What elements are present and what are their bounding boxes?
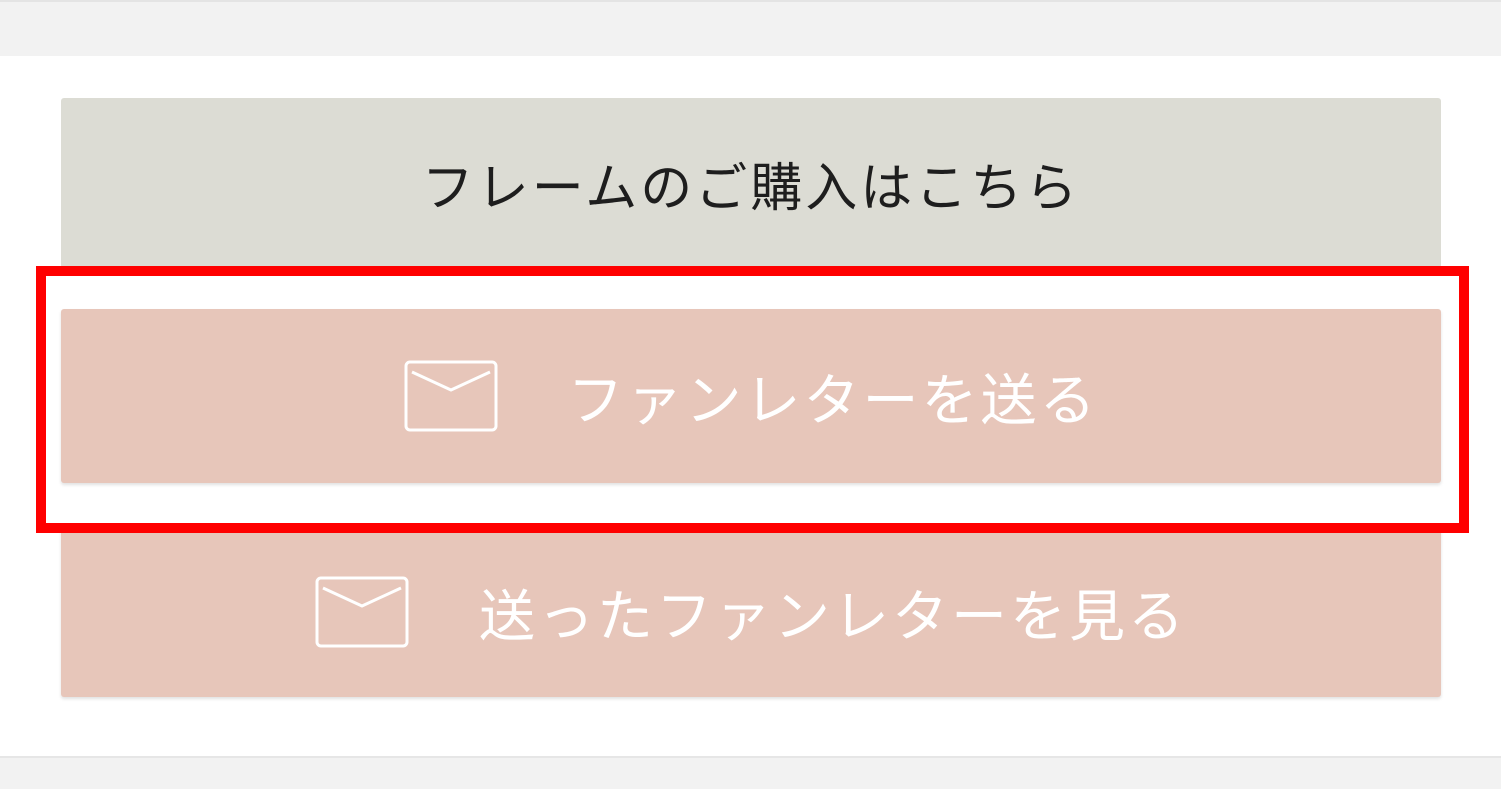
- top-band: [0, 0, 1501, 56]
- view-sent-fan-letters-button[interactable]: 送ったファンレターを見る: [61, 527, 1441, 697]
- send-fan-letter-button[interactable]: ファンレターを送る: [61, 309, 1441, 483]
- send-fan-letter-label: ファンレターを送る: [567, 368, 1099, 434]
- bottom-band: [0, 756, 1501, 789]
- mail-icon: [404, 360, 498, 432]
- frame-purchase-button[interactable]: フレームのご購入はこちら: [61, 98, 1441, 268]
- mail-icon: [315, 576, 409, 648]
- view-sent-fan-letters-label: 送ったファンレターを見る: [479, 584, 1187, 650]
- frame-purchase-label: フレームのご購入はこちら: [421, 158, 1081, 219]
